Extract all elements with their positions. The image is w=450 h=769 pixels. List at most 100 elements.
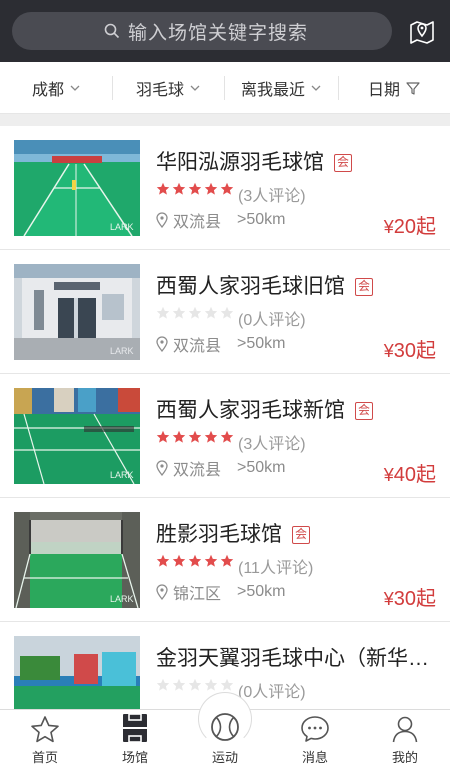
price-value: 30 <box>393 340 416 362</box>
venue-name-text: 金羽天翼羽毛球中心（新华… <box>156 647 429 670</box>
rating-star-icon <box>220 430 234 443</box>
venue-district: 双流县 <box>173 214 222 231</box>
tab-label: 场馆 <box>121 750 148 765</box>
venue-photo: LARK <box>14 388 140 484</box>
venue-photo: LARK <box>14 512 140 608</box>
rating-star-icon <box>204 430 218 443</box>
date-filter[interactable]: 日期 <box>338 62 450 113</box>
bottom-tab-bar: 首页 场馆 运动 消息 我的 <box>0 692 450 769</box>
tab-profile[interactable]: 我的 <box>360 710 450 769</box>
venue-district: 双流县 <box>173 462 222 479</box>
rating-stars <box>156 182 236 196</box>
currency-symbol: ¥ <box>383 589 394 609</box>
search-placeholder: 输入场馆关键字搜索 <box>128 22 309 44</box>
sort-filter[interactable]: 离我最近 <box>224 62 338 113</box>
price-value: 30 <box>393 588 416 610</box>
venue-name-text: 华阳泓源羽毛球馆 <box>156 151 324 174</box>
sport-filter-label: 羽毛球 <box>135 81 184 99</box>
review-count: (0人评论) <box>238 684 306 701</box>
member-badge: 会 <box>292 526 310 544</box>
rating-star-icon <box>204 554 218 567</box>
tab-label: 我的 <box>391 750 418 765</box>
section-gap <box>0 114 450 126</box>
rating-stars <box>156 430 236 444</box>
rating-star-icon <box>220 554 234 567</box>
venue-list: LARK 华阳泓源羽毛球馆会 (3人评论) 双流县 >50km ¥20起 LAR… <box>0 126 450 746</box>
venue-item[interactable]: LARK 胜影羽毛球馆会 (11人评论) 锦江区 >50km ¥30起 <box>0 498 450 622</box>
city-filter-label: 成都 <box>31 81 64 99</box>
rating-star-icon <box>220 306 234 319</box>
review-count: (0人评论) <box>238 312 306 329</box>
rating-star-icon <box>172 182 186 195</box>
svg-text:LARK: LARK <box>110 346 134 356</box>
venue-location: 双流县 >50km <box>156 208 285 232</box>
filter-bar: 成都 羽毛球 离我最近 日期 <box>0 62 450 114</box>
rating-star-icon <box>188 182 202 195</box>
price-value: 20 <box>393 216 416 238</box>
member-badge: 会 <box>334 154 352 172</box>
venue-item[interactable]: LARK 西蜀人家羽毛球新馆会 (3人评论) 双流县 >50km ¥40起 <box>0 374 450 498</box>
venue-distance: >50km <box>237 211 286 228</box>
currency-symbol: ¥ <box>383 341 394 361</box>
map-pin-icon[interactable] <box>408 17 436 45</box>
price-suffix: 起 <box>416 340 436 362</box>
venue-price: ¥20起 <box>384 210 436 239</box>
venue-item[interactable]: LARK 西蜀人家羽毛球旧馆会 (0人评论) 双流县 >50km ¥30起 <box>0 250 450 374</box>
price-suffix: 起 <box>416 588 436 610</box>
chevron-down-icon <box>311 85 321 91</box>
venue-name-text: 胜影羽毛球馆 <box>156 523 282 546</box>
rating-star-icon <box>188 306 202 319</box>
venue-district: 锦江区 <box>173 586 222 603</box>
venue-list-screen: 输入场馆关键字搜索 成都 羽毛球 离我最近 日期 LARK 华阳泓源羽毛球馆 会… <box>0 0 450 769</box>
rating-star-icon <box>172 430 186 443</box>
top-bar: 输入场馆关键字搜索 <box>0 0 450 62</box>
venue-name: 金羽天翼羽毛球中心（新华… <box>156 642 429 672</box>
venue-photo: LARK <box>14 264 140 360</box>
venue-price: ¥30起 <box>384 334 436 363</box>
venue-name-text: 西蜀人家羽毛球旧馆 <box>156 275 345 298</box>
rating-star-icon <box>188 678 202 691</box>
city-filter[interactable]: 成都 <box>0 62 112 113</box>
tab-venues[interactable]: 场馆 <box>90 710 180 769</box>
tab-label: 首页 <box>31 750 58 765</box>
venue-item[interactable]: LARK 华阳泓源羽毛球馆会 (3人评论) 双流县 >50km ¥20起 <box>0 126 450 250</box>
search-icon <box>104 23 120 39</box>
rating-star-icon <box>156 678 170 691</box>
venue-price: ¥30起 <box>384 582 436 611</box>
star-icon <box>31 716 59 743</box>
date-filter-label: 日期 <box>367 81 400 99</box>
venue-name: 西蜀人家羽毛球旧馆会 <box>156 270 373 300</box>
rating-star-icon <box>204 182 218 195</box>
location-pin-icon <box>156 584 168 600</box>
location-pin-icon <box>156 212 168 228</box>
review-count: (11人评论) <box>238 560 314 577</box>
rating-star-icon <box>156 430 170 443</box>
rating-star-icon <box>172 306 186 319</box>
venue-name: 西蜀人家羽毛球新馆会 <box>156 394 373 424</box>
court-icon <box>123 713 147 743</box>
search-bar[interactable]: 输入场馆关键字搜索 <box>12 12 392 50</box>
currency-symbol: ¥ <box>383 217 394 237</box>
tab-label: 运动 <box>211 750 238 765</box>
tab-sports[interactable]: 运动 <box>180 692 270 769</box>
venue-name: 华阳泓源羽毛球馆会 <box>156 146 352 176</box>
review-count: (3人评论) <box>238 436 306 453</box>
member-badge: 会 <box>355 278 373 296</box>
price-suffix: 起 <box>416 464 436 486</box>
ball-icon <box>211 713 239 741</box>
tab-label: 消息 <box>301 750 328 765</box>
review-count: (3人评论) <box>238 188 306 205</box>
rating-star-icon <box>156 306 170 319</box>
svg-text:LARK: LARK <box>110 222 134 232</box>
venue-distance: >50km <box>237 459 286 476</box>
chat-icon <box>301 716 329 742</box>
venue-name-text: 西蜀人家羽毛球新馆 <box>156 399 345 422</box>
svg-text:LARK: LARK <box>110 594 134 604</box>
rating-star-icon <box>172 554 186 567</box>
location-pin-icon <box>156 460 168 476</box>
tab-home[interactable]: 首页 <box>0 710 90 769</box>
rating-star-icon <box>204 678 218 691</box>
rating-stars <box>156 678 236 692</box>
sport-filter[interactable]: 羽毛球 <box>112 62 224 113</box>
tab-messages[interactable]: 消息 <box>270 710 360 769</box>
